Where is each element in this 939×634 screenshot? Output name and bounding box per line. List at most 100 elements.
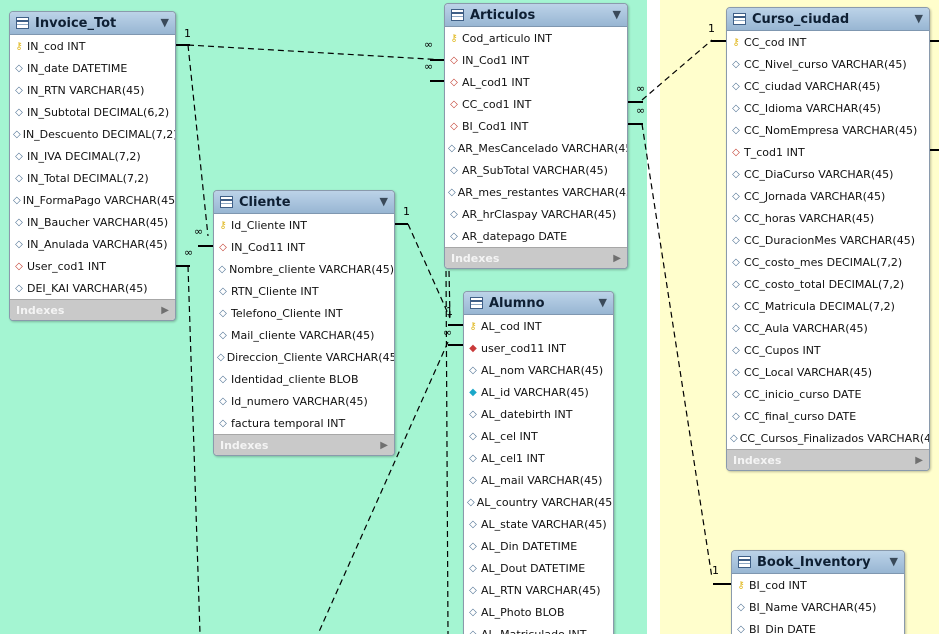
column-label: AL_country VARCHAR(45) (476, 495, 614, 509)
column-row[interactable]: ◇ IN_Subtotal DECIMAL(6,2) (10, 101, 175, 123)
table-alumno[interactable]: Alumno ▼ ⚷ AL_cod INT ◆ user_cod11 INT ◇ AL_nom… (463, 291, 614, 634)
column-row[interactable]: ◇ IN_IVA DECIMAL(7,2) (10, 145, 175, 167)
column-row[interactable]: ◇ AR_hrClaspay VARCHAR(45) (445, 203, 627, 225)
column-row[interactable]: ◇ AR_mes_restantes VARCHAR(45) (445, 181, 627, 203)
column-row[interactable]: ◇ IN_FormaPago VARCHAR(45) (10, 189, 175, 211)
table-cliente[interactable]: Cliente ▼ ⚷ Id_Cliente INT ◇ IN_Cod11 INT ◇ Nom… (213, 190, 395, 456)
table-header[interactable]: Book_Inventory ▼ (732, 551, 904, 574)
table-articulos[interactable]: Articulos ▼ ⚷ Cod_articulo INT ◇ IN_Cod1 INT ◇… (444, 3, 628, 269)
column-row[interactable]: ◆ AL_id VARCHAR(45) (464, 381, 613, 403)
table-header[interactable]: Articulos ▼ (445, 4, 627, 27)
column-row[interactable]: ⚷ Cod_articulo INT (445, 27, 627, 49)
column-row[interactable]: ◇ AL_cel1 INT (464, 447, 613, 469)
table-curso-ciudad[interactable]: Curso_ciudad ▼ ⚷ CC_cod INT ◇ CC_Nivel_curso … (726, 7, 930, 471)
expand-arrow-icon[interactable]: ▶ (380, 440, 388, 451)
expand-arrow-icon[interactable]: ▶ (613, 253, 621, 264)
indexes-section[interactable]: Indexes ▶ (445, 247, 627, 268)
column-row[interactable]: ◇ IN_Anulada VARCHAR(45) (10, 233, 175, 255)
collapse-arrow-icon[interactable]: ▼ (915, 12, 923, 25)
column-row[interactable]: ◇ CC_costo_mes DECIMAL(7,2) (727, 251, 929, 273)
column-row[interactable]: ◇ Telefono_Cliente INT (214, 302, 394, 324)
column-row[interactable]: ◇ CC_Matricula DECIMAL(7,2) (727, 295, 929, 317)
column-row[interactable]: ◇ CC_final_curso DATE (727, 405, 929, 427)
column-row[interactable]: ◇ DEI_KAI VARCHAR(45) (10, 277, 175, 299)
column-row[interactable]: ⚷ IN_cod INT (10, 35, 175, 57)
column-row[interactable]: ◇ BI_Din DATE (732, 618, 904, 634)
column-row[interactable]: ◇ BI_Name VARCHAR(45) (732, 596, 904, 618)
diagram-canvas[interactable]: 1 ∞ ∞ 1 ∞ ∞ ∞ ∞ 1 1 ∞ 1 Invoice_Tot ▼ ⚷ IN_… (0, 0, 939, 634)
collapse-arrow-icon[interactable]: ▼ (380, 195, 388, 208)
column-row[interactable]: ◇ User_cod1 INT (10, 255, 175, 277)
column-row[interactable]: ◇ CC_ciudad VARCHAR(45) (727, 75, 929, 97)
column-row[interactable]: ◇ RTN_Cliente INT (214, 280, 394, 302)
column-row[interactable]: ◇ AL_nom VARCHAR(45) (464, 359, 613, 381)
table-header[interactable]: Invoice_Tot ▼ (10, 12, 175, 35)
column-row[interactable]: ◇ CC_Cupos INT (727, 339, 929, 361)
column-row[interactable]: ◇ AL_mail VARCHAR(45) (464, 469, 613, 491)
column-row[interactable]: ⚷ CC_cod INT (727, 31, 929, 53)
column-row[interactable]: ◇ AL_Photo BLOB (464, 601, 613, 623)
collapse-arrow-icon[interactable]: ▼ (613, 8, 621, 21)
column-row[interactable]: ◆ user_cod11 INT (464, 337, 613, 359)
column-row[interactable]: ◇ AL_RTN VARCHAR(45) (464, 579, 613, 601)
column-icon: ◇ (15, 150, 23, 162)
column-row[interactable]: ⚷ AL_cod INT (464, 315, 613, 337)
column-row[interactable]: ◇ CC_Local VARCHAR(45) (727, 361, 929, 383)
table-header[interactable]: Cliente ▼ (214, 191, 394, 214)
column-row[interactable]: ◇ T_cod1 INT (727, 141, 929, 163)
column-row[interactable]: ◇ AL_Dout DATETIME (464, 557, 613, 579)
column-row[interactable]: ◇ Identidad_cliente BLOB (214, 368, 394, 390)
column-row[interactable]: ◇ AR_datepago DATE (445, 225, 627, 247)
column-row[interactable]: ⚷ Id_Cliente INT (214, 214, 394, 236)
column-row[interactable]: ◇ factura temporal INT (214, 412, 394, 434)
table-header[interactable]: Alumno ▼ (464, 292, 613, 315)
column-row[interactable]: ◇ AR_MesCancelado VARCHAR(45) (445, 137, 627, 159)
table-header[interactable]: Curso_ciudad ▼ (727, 8, 929, 31)
column-row[interactable]: ◇ Id_numero VARCHAR(45) (214, 390, 394, 412)
column-row[interactable]: ◇ CC_Jornada VARCHAR(45) (727, 185, 929, 207)
column-row[interactable]: ◇ Mail_cliente VARCHAR(45) (214, 324, 394, 346)
column-row[interactable]: ◇ IN_date DATETIME (10, 57, 175, 79)
column-row[interactable]: ◇ BI_Cod1 INT (445, 115, 627, 137)
table-name: Alumno (489, 295, 545, 311)
column-row[interactable]: ◇ AL_datebirth INT (464, 403, 613, 425)
column-row[interactable]: ◇ CC_NomEmpresa VARCHAR(45) (727, 119, 929, 141)
column-icon: ◇ (469, 430, 477, 442)
column-row[interactable]: ◇ AL_Matriculado INT (464, 623, 613, 634)
expand-arrow-icon[interactable]: ▶ (915, 455, 923, 466)
collapse-arrow-icon[interactable]: ▼ (890, 555, 898, 568)
column-row[interactable]: ◇ CC_costo_total DECIMAL(7,2) (727, 273, 929, 295)
column-row[interactable]: ◇ Nombre_cliente VARCHAR(45) (214, 258, 394, 280)
expand-arrow-icon[interactable]: ▶ (161, 305, 169, 316)
column-row[interactable]: ◇ CC_DuracionMes VARCHAR(45) (727, 229, 929, 251)
column-row[interactable]: ◇ CC_Cursos_Finalizados VARCHAR(45) (727, 427, 929, 449)
column-row[interactable]: ◇ AL_cod1 INT (445, 71, 627, 93)
table-invoice-tot[interactable]: Invoice_Tot ▼ ⚷ IN_cod INT ◇ IN_date DATETIME… (9, 11, 176, 321)
column-row[interactable]: ◇ IN_Descuento DECIMAL(7,2) (10, 123, 175, 145)
column-row[interactable]: ◇ CC_horas VARCHAR(45) (727, 207, 929, 229)
column-row[interactable]: ◇ CC_inicio_curso DATE (727, 383, 929, 405)
column-row[interactable]: ◇ IN_Cod11 INT (214, 236, 394, 258)
column-row[interactable]: ◇ IN_Total DECIMAL(7,2) (10, 167, 175, 189)
column-row[interactable]: ⚷ BI_cod INT (732, 574, 904, 596)
indexes-section[interactable]: Indexes ▶ (727, 449, 929, 470)
column-row[interactable]: ◇ AL_cel INT (464, 425, 613, 447)
column-row[interactable]: ◇ CC_cod1 INT (445, 93, 627, 115)
column-row[interactable]: ◇ IN_Baucher VARCHAR(45) (10, 211, 175, 233)
column-row[interactable]: ◇ CC_DiaCurso VARCHAR(45) (727, 163, 929, 185)
collapse-arrow-icon[interactable]: ▼ (161, 16, 169, 29)
column-row[interactable]: ◇ IN_RTN VARCHAR(45) (10, 79, 175, 101)
column-row[interactable]: ◇ AL_country VARCHAR(45) (464, 491, 613, 513)
table-book-inventory[interactable]: Book_Inventory ▼ ⚷ BI_cod INT ◇ BI_Name VARCH… (731, 550, 905, 634)
column-row[interactable]: ◇ Direccion_Cliente VARCHAR(45) (214, 346, 394, 368)
collapse-arrow-icon[interactable]: ▼ (599, 296, 607, 309)
column-row[interactable]: ◇ IN_Cod1 INT (445, 49, 627, 71)
indexes-section[interactable]: Indexes ▶ (10, 299, 175, 320)
column-row[interactable]: ◇ AL_Din DATETIME (464, 535, 613, 557)
column-row[interactable]: ◇ CC_Aula VARCHAR(45) (727, 317, 929, 339)
column-row[interactable]: ◇ AL_state VARCHAR(45) (464, 513, 613, 535)
column-row[interactable]: ◇ CC_Idioma VARCHAR(45) (727, 97, 929, 119)
column-row[interactable]: ◇ CC_Nivel_curso VARCHAR(45) (727, 53, 929, 75)
indexes-section[interactable]: Indexes ▶ (214, 434, 394, 455)
column-row[interactable]: ◇ AR_SubTotal VARCHAR(45) (445, 159, 627, 181)
